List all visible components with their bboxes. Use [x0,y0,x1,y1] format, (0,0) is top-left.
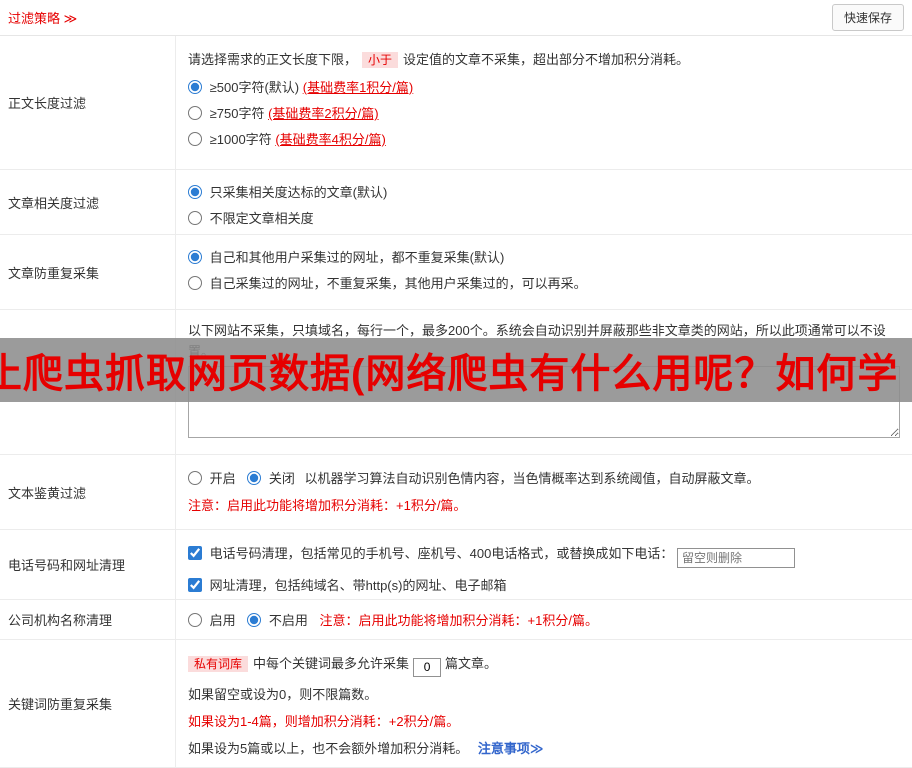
filter-strategy-page: 过滤策略 ≫ 快速保存 正文长度过滤 请选择需求的正文长度下限， 小于 设定值的文章… [0,0,912,768]
note-text: 如果设为5篇或以上，也不会额外增加积分消耗。 [188,740,469,756]
page-title[interactable]: 过滤策略 ≫ [8,8,77,27]
option-text: 自己和其他用户采集过的网址，都不重复采集(默认) [209,250,505,265]
row-label: 关键词防重复采集 [0,640,176,767]
row-label: 正文长度过滤 [0,36,176,169]
option-text: 开启 [209,471,236,486]
length-option-750-label[interactable]: ≥750字符 (基础费率2积分/篇) [188,106,379,121]
phone-cleanup-checkbox[interactable] [188,546,202,560]
row-porn-filter: 文本鉴黄过滤 开启 关闭 以机器学习算法自动识别色情内容，当色情概率达到系统阈值… [0,455,912,530]
length-option-500: ≥500字符(默认) (基础费率1积分/篇) [188,78,900,97]
notice-link[interactable]: 注意事项≫ [478,741,544,756]
phone-cleanup-label[interactable]: 电话号码清理，包括常见的手机号、座机号、400电话格式，或替换成如下电话： [188,546,677,561]
dedup-global-radio[interactable] [188,250,202,264]
replacement-phone-input[interactable] [676,548,795,568]
relevance-strict-radio[interactable] [188,185,202,199]
dedup-option-self: 自己采集过的网址，不重复采集，其他用户采集过的，可以再采。 [188,274,900,293]
row-body-length-filter: 正文长度过滤 请选择需求的正文长度下限， 小于 设定值的文章不采集，超出部分不增加积… [0,36,912,170]
length-option-500-label[interactable]: ≥500字符(默认) (基础费率1积分/篇) [188,80,413,95]
url-cleanup-checkbox[interactable] [188,578,202,592]
dedup-self-label[interactable]: 自己采集过的网址，不重复采集，其他用户采集过的，可以再采。 [188,276,587,291]
option-text: 只采集相关度达标的文章(默认) [209,185,388,200]
porn-off-radio[interactable] [247,471,262,485]
length-1000-radio[interactable] [188,132,202,146]
porn-off-label[interactable]: 关闭 [247,471,298,486]
dedup-global-label[interactable]: 自己和其他用户采集过的网址，都不重复采集(默认) [188,250,504,265]
private-lexicon-tag: 私有词库 [188,656,249,672]
option-text: ≥750字符 [209,106,265,121]
checkbox-text: 网址清理，包括纯域名、带http(s)的网址、电子邮箱 [209,578,507,593]
url-cleanup-line: 网址清理，包括纯域名、带http(s)的网址、电子邮箱 [188,577,900,595]
row-label: 公司机构名称清理 [0,600,176,639]
ad-overlay-text: 止爬虫抓取网页数据(网络爬虫有什么用呢？如何学 [0,352,899,396]
option-rate-note: (基础费率1积分/篇) [302,80,414,95]
relevance-option-any: 不限定文章相关度 [188,209,900,228]
length-option-750: ≥750字符 (基础费率2积分/篇) [188,104,900,123]
length-750-radio[interactable] [188,106,202,120]
less-than-tag: 小于 [362,52,399,68]
length-option-1000: ≥1000字符 (基础费率4积分/篇) [188,130,900,149]
row-content: 电话号码清理，包括常见的手机号、座机号、400电话格式，或替换成如下电话： 网址… [176,530,912,599]
porn-on-radio[interactable] [188,471,202,485]
option-text: 关闭 [268,471,295,486]
row-label: 电话号码和网址清理 [0,530,176,599]
option-text: 不限定文章相关度 [209,211,314,226]
company-off-label[interactable]: 不启用 [247,613,311,628]
porn-filter-options: 开启 关闭 以机器学习算法自动识别色情内容，当色情概率达到系统阈值，自动屏蔽文章… [188,470,900,488]
keyword-limit-input[interactable] [413,657,442,677]
checkbox-text: 电话号码清理，包括常见的手机号、座机号、400电话格式，或替换成如下电话： [209,546,674,561]
row-phone-url-cleanup: 电话号码和网址清理 电话号码清理，包括常见的手机号、座机号、400电话格式，或替… [0,530,912,600]
row-label: 文章防重复采集 [0,235,176,309]
porn-on-label[interactable]: 开启 [188,471,239,486]
company-off-radio[interactable] [247,613,262,627]
relevance-any-radio[interactable] [188,211,202,225]
quick-save-button[interactable]: 快速保存 [831,4,904,31]
keyword-note-1-4: 如果设为1-4篇，则增加积分消耗：+2积分/篇。 [188,713,460,729]
relevance-any-label[interactable]: 不限定文章相关度 [188,211,314,226]
desc-text: 设定值的文章不采集，超出部分不增加积分消耗。 [403,52,690,67]
row-label: 文章相关度过滤 [0,170,176,234]
company-cleanup-options: 启用 不启用 注意：启用此功能将增加积分消耗：+1积分/篇。 [188,610,900,629]
row-content: 只采集相关度达标的文章(默认) 不限定文章相关度 [176,170,912,234]
option-text: 不启用 [268,613,308,628]
option-rate-note: (基础费率2积分/篇) [268,106,379,121]
ad-overlay[interactable]: 止爬虫抓取网页数据(网络爬虫有什么用呢？如何学 [0,338,912,402]
row-content: 私有词库中每个关键词最多允许采集 篇文章。 如果留空或设为0，则不限篇数。 如果设… [176,640,912,767]
option-text: 自己采集过的网址，不重复采集，其他用户采集过的，可以再采。 [209,276,587,291]
length-option-1000-label[interactable]: ≥1000字符 (基础费率4积分/篇) [188,132,386,147]
dedup-option-global: 自己和其他用户采集过的网址，都不重复采集(默认) [188,248,900,267]
company-on-radio[interactable] [188,613,202,627]
porn-filter-desc: 以机器学习算法自动识别色情内容，当色情概率达到系统阈值，自动屏蔽文章。 [304,471,760,486]
phone-cleanup-line: 电话号码清理，包括常见的手机号、座机号、400电话格式，或替换成如下电话： [188,545,900,568]
row-content: 开启 关闭 以机器学习算法自动识别色情内容，当色情概率达到系统阈值，自动屏蔽文章… [176,455,912,529]
keyword-note-5plus: 如果设为5篇或以上，也不会额外增加积分消耗。 注意事项≫ [188,740,900,758]
company-cleanup-cost-note: 注意：启用此功能将增加积分消耗：+1积分/篇。 [319,613,598,628]
relevance-strict-label[interactable]: 只采集相关度达标的文章(默认) [188,185,387,200]
topbar: 过滤策略 ≫ 快速保存 [0,0,912,36]
row-company-name-cleanup: 公司机构名称清理 启用 不启用 注意：启用此功能将增加积分消耗：+1积分/篇。 [0,600,912,640]
row-content: 自己和其他用户采集过的网址，都不重复采集(默认) 自己采集过的网址，不重复采集，… [176,235,912,309]
row-relevance-filter: 文章相关度过滤 只采集相关度达标的文章(默认) 不限定文章相关度 [0,170,912,235]
relevance-option-strict: 只采集相关度达标的文章(默认) [188,183,900,202]
length-filter-desc: 请选择需求的正文长度下限， 小于 设定值的文章不采集，超出部分不增加积分消耗。 [188,51,900,69]
keyword-limit-line: 私有词库中每个关键词最多允许采集 篇文章。 [188,655,900,677]
desc-text: 请选择需求的正文长度下限， [188,52,358,67]
porn-filter-cost-note: 注意：启用此功能将增加积分消耗：+1积分/篇。 [188,498,467,513]
row-dedup-collection: 文章防重复采集 自己和其他用户采集过的网址，都不重复采集(默认) 自己采集过的网… [0,235,912,310]
row-content: 请选择需求的正文长度下限， 小于 设定值的文章不采集，超出部分不增加积分消耗。 ≥5… [176,36,912,169]
company-on-label[interactable]: 启用 [188,613,239,628]
option-text: ≥1000字符 [209,132,272,147]
keyword-note-zero: 如果留空或设为0，则不限篇数。 [188,686,378,702]
length-500-radio[interactable] [188,80,202,94]
row-label: 文本鉴黄过滤 [0,455,176,529]
option-text: ≥500字符(默认) [209,80,300,95]
row-keyword-dedup: 关键词防重复采集 私有词库中每个关键词最多允许采集 篇文章。 如果留空或设为0，则… [0,640,912,768]
dedup-self-radio[interactable] [188,276,202,290]
option-rate-note: (基础费率4积分/篇) [275,132,386,147]
option-text: 启用 [209,613,236,628]
row-content: 启用 不启用 注意：启用此功能将增加积分消耗：+1积分/篇。 [176,600,912,639]
limit-text-end: 篇文章。 [445,656,498,671]
limit-text: 中每个关键词最多允许采集 [253,656,410,671]
url-cleanup-label[interactable]: 网址清理，包括纯域名、带http(s)的网址、电子邮箱 [188,578,506,593]
